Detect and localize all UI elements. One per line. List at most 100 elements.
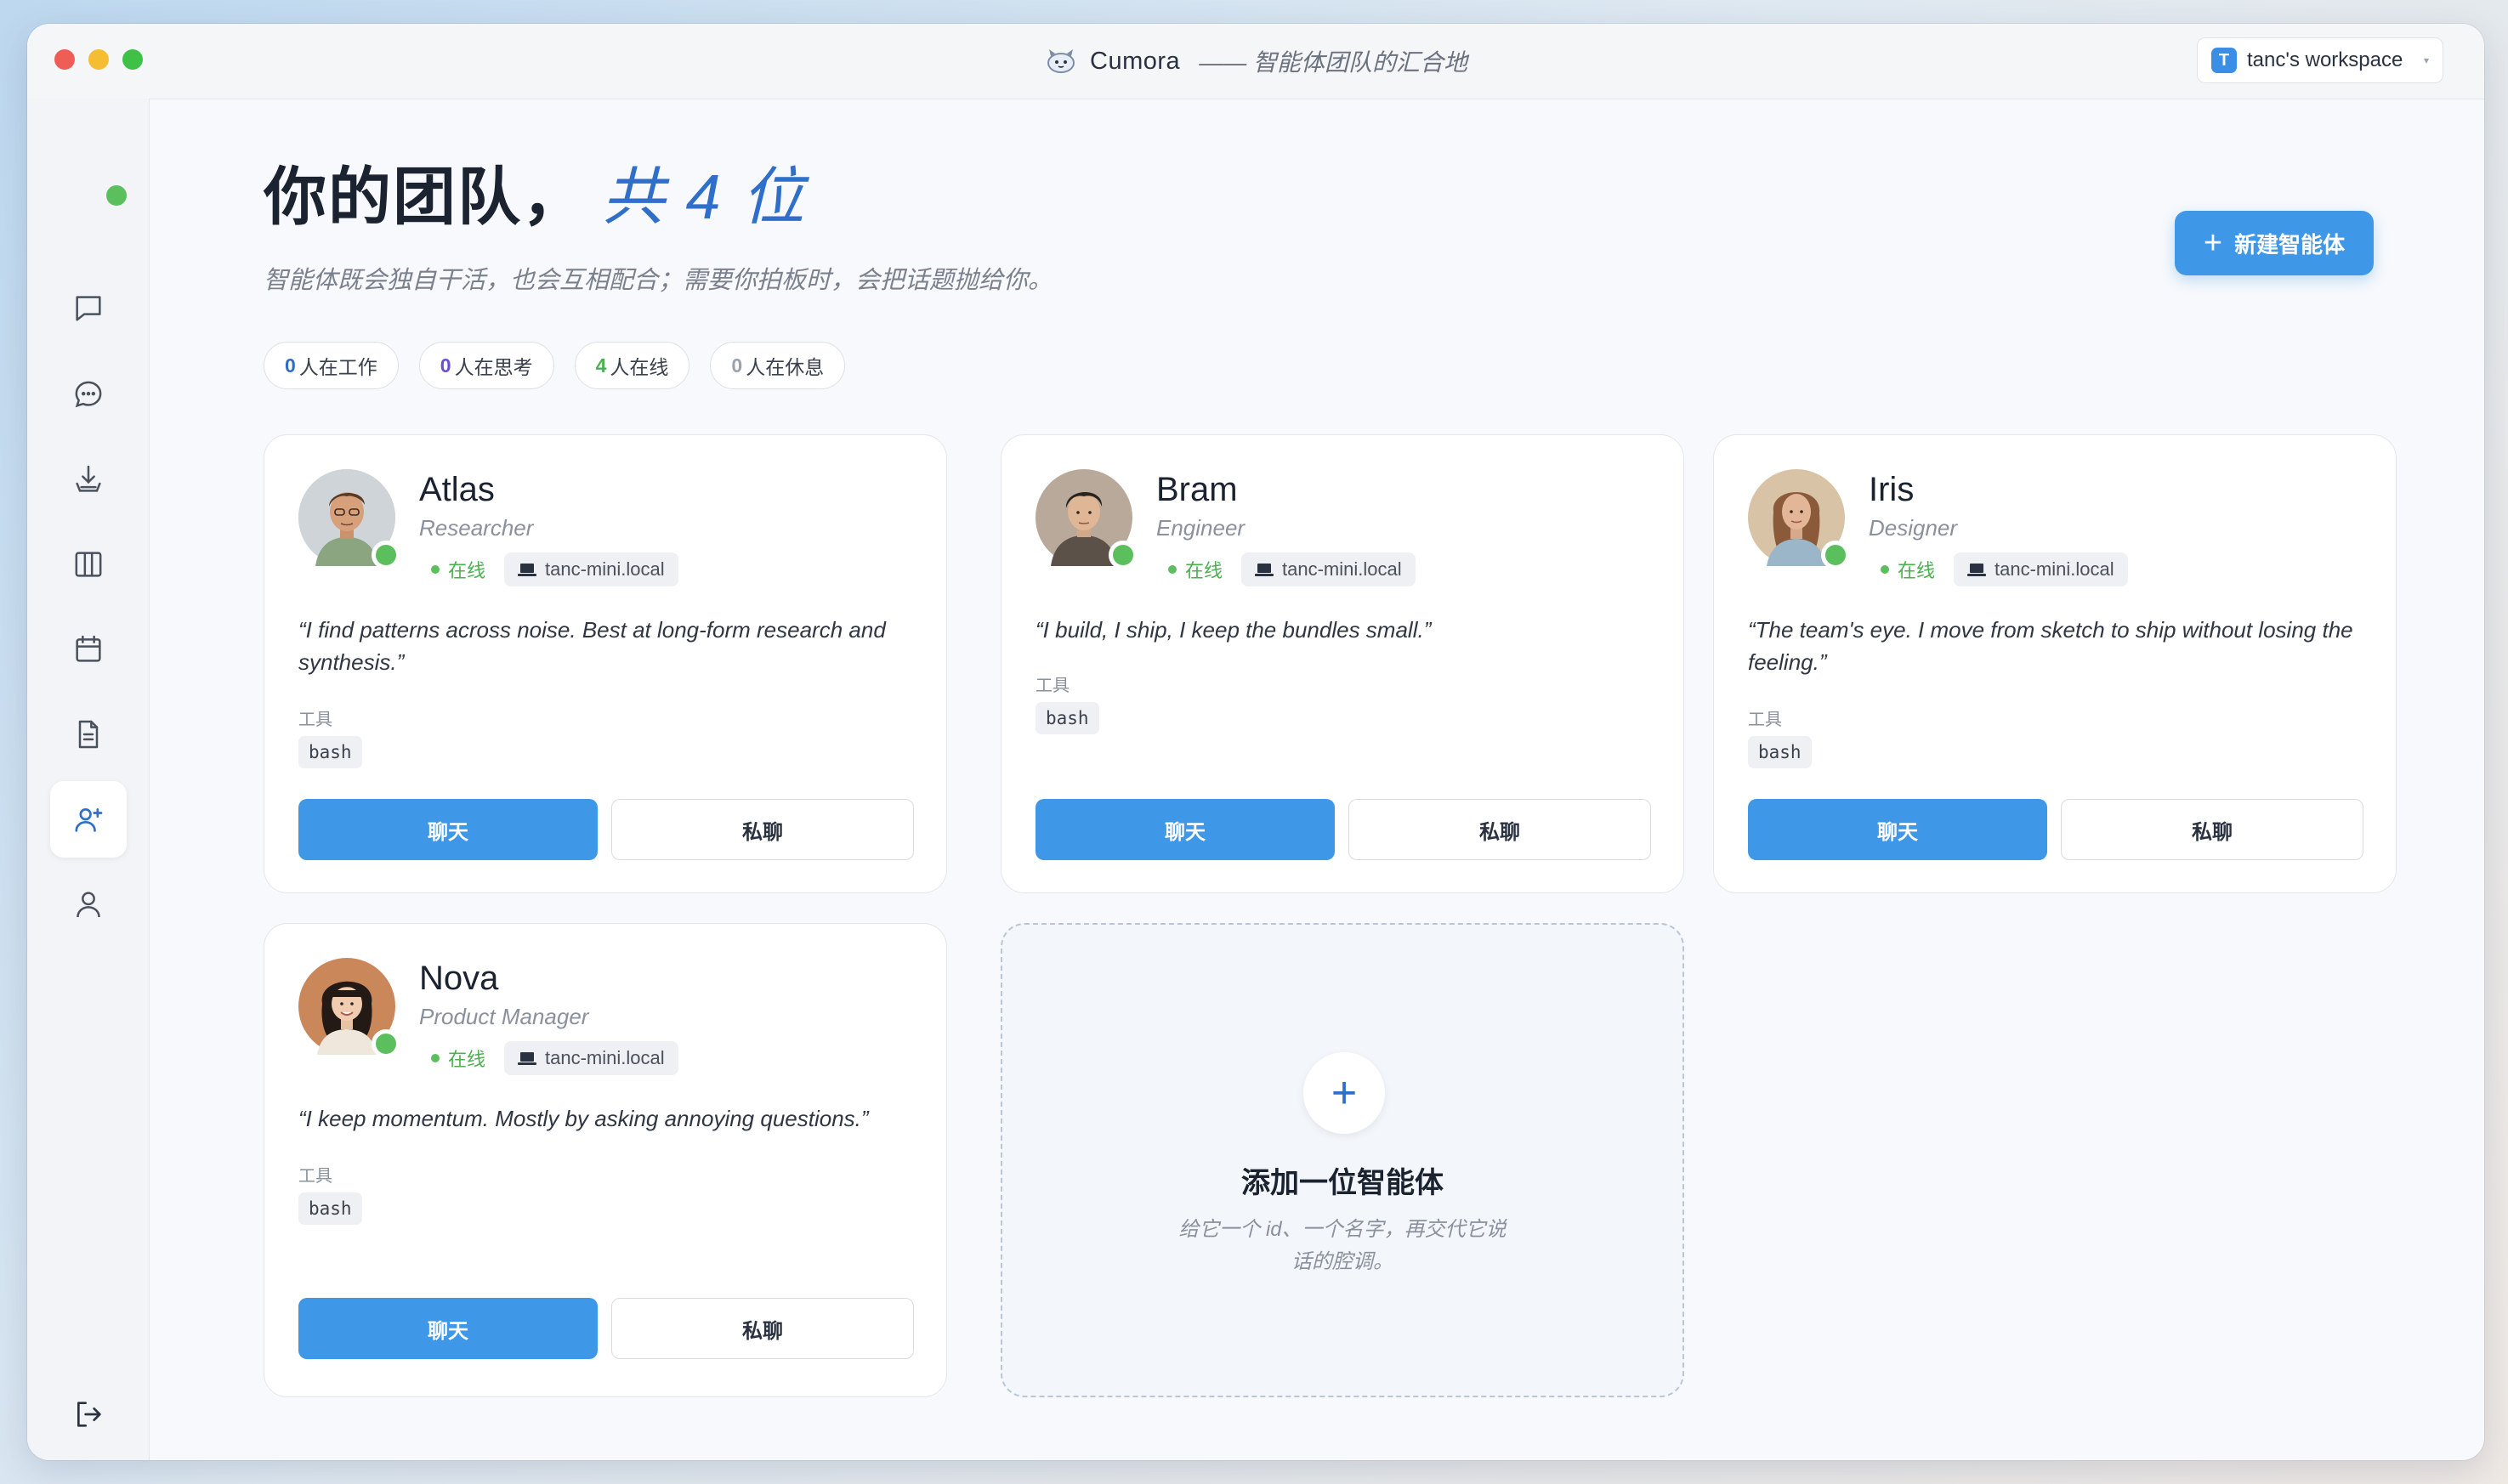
stat-label: 人在工作: [298, 356, 377, 378]
sidebar-item-calendar[interactable]: [50, 611, 127, 688]
add-agent-description: 给它一个 id、一个名字，再交代它说话的腔调。: [1178, 1218, 1507, 1273]
app-logo-icon: [1044, 42, 1078, 81]
stat-count: 0: [440, 354, 451, 377]
stat-resting[interactable]: 0 人在休息: [710, 342, 846, 389]
tool-chip: bash: [1036, 702, 1099, 734]
status-label: 在线: [448, 1049, 486, 1070]
page-title: 你的团队，共 4 位: [264, 146, 806, 237]
avatar[interactable]: [298, 958, 400, 1058]
dm-button[interactable]: 私聊: [611, 799, 914, 860]
chat-button[interactable]: 聊天: [298, 799, 598, 860]
agent-card-bram: Bram Engineer 在线 tanc-mini.local “I buil…: [1001, 434, 1684, 893]
add-agent-card[interactable]: + 添加一位智能体 给它一个 id、一个名字，再交代它说话的腔调。: [1001, 923, 1684, 1397]
host-name: tanc-mini.local: [1994, 558, 2114, 580]
page-title-text: 你的团队，: [264, 161, 587, 232]
avatar[interactable]: [1036, 469, 1138, 569]
host-name: tanc-mini.local: [1282, 558, 1402, 580]
agent-name: Nova: [419, 960, 499, 997]
laptop-icon: [1255, 564, 1274, 576]
agent-count: 共 4 位: [602, 161, 807, 232]
status-label: 在线: [1185, 560, 1223, 581]
status-badge: 在线: [431, 1045, 485, 1072]
online-status-dot: [372, 1029, 400, 1058]
chat-button[interactable]: 聊天: [1748, 799, 2047, 860]
agent-name: Bram: [1156, 471, 1238, 508]
main-content: 你的团队，共 4 位 智能体既会独自干活，也会互相配合；需要你拍板时，会把话题抛…: [149, 99, 2484, 1460]
chevron-down-icon: ▾: [2423, 54, 2429, 66]
chat-button[interactable]: 聊天: [1036, 799, 1335, 860]
stat-count: 0: [285, 354, 296, 377]
team-add-icon: [75, 808, 103, 832]
online-status-dot: [1821, 541, 1850, 569]
laptop-icon: [518, 1052, 537, 1065]
avatar[interactable]: [298, 469, 400, 569]
agent-card-nova: Nova Product Manager 在线 tanc-mini.local …: [264, 923, 947, 1397]
avatar[interactable]: [1748, 469, 1850, 569]
agent-quote: “I keep momentum. Mostly by asking annoy…: [298, 1106, 869, 1131]
workspace-switcher[interactable]: T tanc's workspace ▾: [2197, 37, 2443, 83]
tool-chip: bash: [298, 1192, 362, 1225]
status-dot: [1881, 565, 1889, 574]
stat-working[interactable]: 0 人在工作: [264, 342, 399, 389]
agent-card-iris: Iris Designer 在线 tanc-mini.local “The te…: [1713, 434, 2397, 893]
status-dot: [431, 1054, 440, 1062]
user-icon: [77, 892, 100, 918]
laptop-icon: [1967, 564, 1987, 576]
sidebar-item-documents[interactable]: [50, 696, 127, 773]
host-chip: tanc-mini.local: [1954, 552, 2128, 586]
agent-meta: 在线 tanc-mini.local: [431, 1041, 678, 1075]
new-agent-label: 新建智能体: [2234, 231, 2346, 258]
agent-role: Designer: [1869, 515, 1958, 541]
sidebar-item-team[interactable]: [50, 781, 127, 858]
app-window: Cumora —— 智能体团队的汇合地 T tanc's workspace ▾: [27, 24, 2484, 1460]
agent-name: Iris: [1869, 471, 1915, 508]
chat-bubble-icon: [75, 381, 102, 408]
chat-square-icon: [76, 296, 101, 321]
new-agent-button[interactable]: + 新建智能体: [2175, 211, 2374, 275]
tools-label: 工具: [1036, 677, 1070, 695]
sidebar-item-channels[interactable]: [50, 270, 127, 347]
sidebar-item-messages[interactable]: [50, 356, 127, 433]
agent-card-atlas: Atlas Researcher 在线 tanc-mini.local “I f…: [264, 434, 947, 893]
columns-icon: [75, 552, 102, 577]
tools-label: 工具: [1748, 711, 1782, 729]
presence-dot: [106, 185, 127, 206]
sidebar-item-inbox[interactable]: [50, 441, 127, 518]
stat-label: 人在线: [610, 356, 669, 378]
tools-label: 工具: [298, 1167, 332, 1186]
workspace-badge: T: [2211, 48, 2237, 73]
stat-online[interactable]: 4 人在线: [574, 342, 690, 389]
dm-button[interactable]: 私聊: [1348, 799, 1651, 860]
host-name: tanc-mini.local: [545, 1047, 665, 1068]
logout-button[interactable]: [50, 1376, 127, 1453]
title-bar: Cumora —— 智能体团队的汇合地 T tanc's workspace ▾: [27, 24, 2484, 99]
sidebar-item-profile[interactable]: [50, 866, 127, 943]
status-label: 在线: [448, 560, 486, 581]
workspace-name: tanc's workspace: [2247, 48, 2403, 71]
dm-button[interactable]: 私聊: [611, 1298, 914, 1359]
agent-quote: “The team's eye. I move from sketch to s…: [1748, 617, 2353, 675]
agent-role: Engineer: [1156, 515, 1245, 541]
sidebar: [27, 99, 150, 1460]
app-name: Cumora: [1090, 47, 1181, 75]
document-icon: [78, 720, 99, 749]
stat-label: 人在休息: [746, 356, 825, 378]
dm-button[interactable]: 私聊: [2061, 799, 2363, 860]
stat-count: 0: [731, 354, 743, 377]
laptop-icon: [518, 564, 537, 576]
plus-icon: +: [2203, 225, 2223, 261]
chat-button[interactable]: 聊天: [298, 1298, 598, 1359]
status-badge: 在线: [1881, 556, 1935, 583]
status-badge: 在线: [1168, 556, 1223, 583]
tool-chip: bash: [298, 736, 362, 768]
stat-thinking[interactable]: 0 人在思考: [418, 342, 554, 389]
status-badge: 在线: [431, 556, 485, 583]
plus-icon[interactable]: +: [1303, 1052, 1385, 1134]
status-label: 在线: [1898, 560, 1936, 581]
sidebar-item-boards[interactable]: [50, 526, 127, 603]
online-status-dot: [372, 541, 400, 569]
host-chip: tanc-mini.local: [504, 552, 678, 586]
stat-count: 4: [595, 354, 607, 377]
host-name: tanc-mini.local: [545, 558, 665, 580]
tool-chip: bash: [1748, 736, 1812, 768]
